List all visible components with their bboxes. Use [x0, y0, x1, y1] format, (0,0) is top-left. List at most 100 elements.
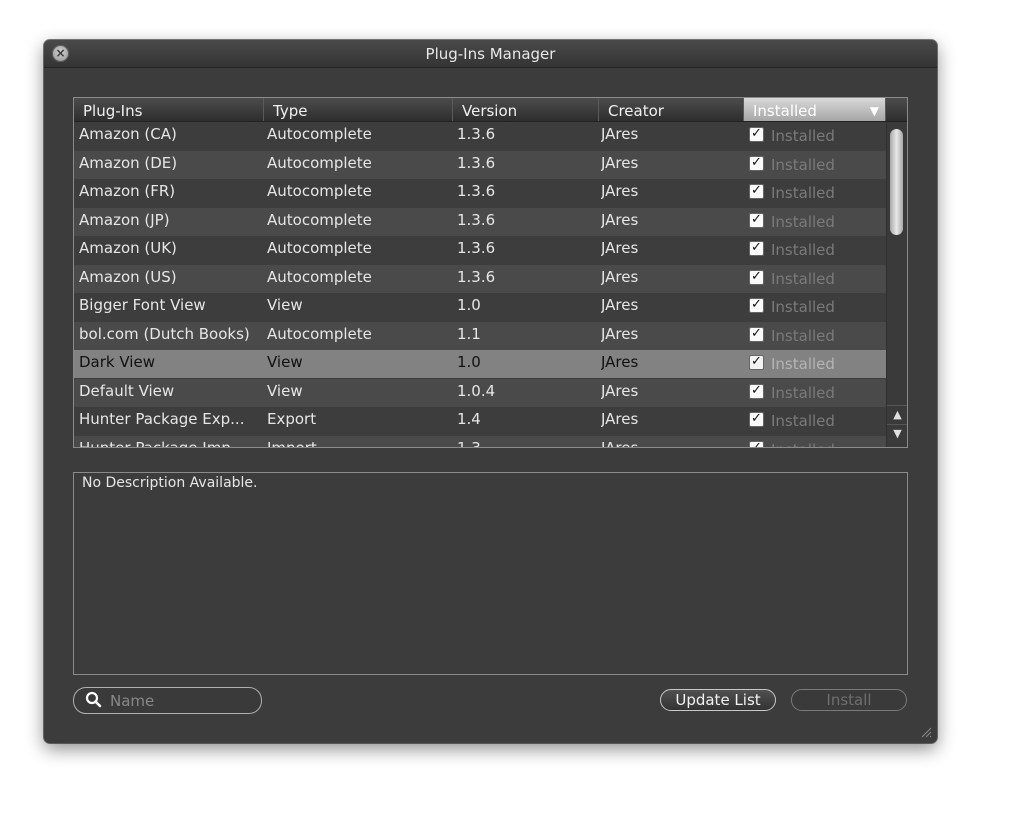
cell-installed: ✓ Installed — [749, 236, 884, 264]
installed-checkbox[interactable]: ✓ — [749, 440, 764, 447]
window-title: Plug-Ins Manager — [425, 45, 556, 63]
search-input[interactable] — [110, 691, 250, 710]
search-field[interactable] — [73, 687, 262, 714]
installed-checkbox[interactable]: ✓ — [749, 127, 764, 142]
table-row[interactable]: Bigger Font View View 1.0 JAres ✓ Installed — [74, 293, 886, 321]
cell-plugin-name: Bigger Font View — [79, 296, 206, 314]
installed-label: Installed — [771, 355, 835, 373]
cell-version: 1.3.6 — [457, 153, 496, 172]
cell-type: Autocomplete — [267, 153, 372, 172]
table-row[interactable]: Amazon (US) Autocomplete 1.3.6 JAres ✓ Instal… — [74, 264, 886, 293]
table-body: Amazon (CA) Autocomplete 1.3.6 JAres ✓ Instal… — [74, 122, 886, 447]
cell-version: 1.4 — [457, 410, 481, 428]
installed-label: Installed — [771, 269, 835, 288]
column-header-type[interactable]: Type — [264, 98, 453, 121]
cell-plugin-name: Amazon (JP) — [79, 210, 170, 229]
installed-label: Installed — [771, 241, 835, 259]
scroll-up-arrow-icon[interactable]: ▲ — [887, 405, 907, 424]
description-text: No Description Available. — [82, 475, 258, 491]
installed-label: Installed — [771, 326, 835, 345]
cell-type: Autocomplete — [267, 125, 372, 143]
cell-version: 1.3.6 — [457, 182, 496, 200]
installed-checkbox[interactable]: ✓ — [749, 184, 764, 199]
cell-version: 1.3.6 — [457, 267, 496, 286]
cell-version: 1.0.4 — [457, 381, 496, 400]
cell-installed: ✓ Installed — [749, 122, 884, 150]
table-row[interactable]: Hunter Package Exp... Export 1.4 JAres ✓ Inst… — [74, 407, 886, 435]
table-row[interactable]: Hunter Package Imp... Import 1.3 JAres ✓ Inst… — [74, 435, 886, 448]
installed-checkbox[interactable]: ✓ — [749, 298, 764, 313]
table-row[interactable]: Amazon (DE) Autocomplete 1.3.6 JAres ✓ Instal… — [74, 150, 886, 179]
column-header-version[interactable]: Version — [453, 98, 599, 121]
column-header-corner — [886, 98, 907, 121]
cell-plugin-name: Amazon (UK) — [79, 239, 177, 257]
cell-creator: JAres — [601, 410, 639, 428]
plugins-manager-window: × Plug-Ins Manager Plug-Ins Type Version… — [44, 40, 937, 743]
description-panel: No Description Available. — [73, 472, 908, 675]
cell-plugin-name: Amazon (CA) — [79, 125, 177, 143]
installed-checkbox[interactable]: ✓ — [749, 383, 764, 399]
table-row[interactable]: Dark View View 1.0 JAres ✓ Installed — [74, 350, 886, 378]
cell-type: Export — [267, 410, 317, 428]
cell-creator: JAres — [601, 296, 639, 314]
column-header-creator[interactable]: Creator — [599, 98, 744, 121]
table-row[interactable]: Amazon (UK) Autocomplete 1.3.6 JAres ✓ Instal… — [74, 236, 886, 264]
table-row[interactable]: Amazon (CA) Autocomplete 1.3.6 JAres ✓ Instal… — [74, 122, 886, 150]
cell-creator: JAres — [601, 267, 639, 286]
cell-creator: JAres — [601, 381, 639, 400]
column-header-plugins[interactable]: Plug-Ins — [74, 98, 264, 121]
table-row[interactable]: Amazon (FR) Autocomplete 1.3.6 JAres ✓ Instal… — [74, 179, 886, 207]
cell-type: Autocomplete — [267, 210, 372, 229]
sort-descending-icon: ▼ — [869, 104, 879, 118]
update-list-button[interactable]: Update List — [660, 689, 776, 711]
installed-checkbox[interactable]: ✓ — [749, 412, 764, 427]
cell-type: View — [267, 353, 303, 371]
installed-checkbox[interactable]: ✓ — [749, 269, 764, 285]
cell-installed: ✓ Installed — [749, 379, 884, 407]
table-header: Plug-Ins Type Version Creator Installed … — [74, 98, 907, 122]
cell-version: 1.1 — [457, 324, 481, 343]
installed-label: Installed — [771, 438, 835, 448]
installed-label: Installed — [771, 298, 835, 316]
cell-installed: ✓ Installed — [749, 151, 884, 179]
cell-type: View — [267, 296, 303, 314]
cell-creator: JAres — [601, 239, 639, 257]
installed-checkbox[interactable]: ✓ — [749, 155, 764, 171]
cell-version: 1.3.6 — [457, 210, 496, 229]
cell-plugin-name: Amazon (FR) — [79, 182, 176, 200]
cell-installed: ✓ Installed — [749, 208, 884, 236]
cell-installed: ✓ Installed — [749, 179, 884, 207]
cell-creator: JAres — [601, 324, 639, 343]
cell-type: Autocomplete — [267, 182, 372, 200]
plugins-table: Plug-Ins Type Version Creator Installed … — [73, 97, 908, 448]
installed-checkbox[interactable]: ✓ — [749, 326, 764, 342]
cell-plugin-name: Amazon (US) — [79, 267, 177, 286]
cell-version: 1.3.6 — [457, 239, 496, 257]
column-header-installed-label: Installed — [753, 102, 817, 120]
resize-grip-icon[interactable] — [920, 726, 932, 738]
title-bar[interactable]: × Plug-Ins Manager — [44, 40, 937, 68]
scroll-down-arrow-icon[interactable]: ▼ — [887, 424, 907, 443]
installed-label: Installed — [771, 155, 835, 174]
table-row[interactable]: Default View View 1.0.4 JAres ✓ Installed — [74, 378, 886, 407]
cell-type: Autocomplete — [267, 239, 372, 257]
cell-creator: JAres — [601, 353, 639, 371]
cell-creator: JAres — [601, 210, 639, 229]
column-header-installed[interactable]: Installed ▼ — [744, 98, 886, 121]
installed-checkbox[interactable]: ✓ — [749, 355, 764, 370]
scrollbar-thumb[interactable] — [890, 129, 903, 235]
search-icon — [85, 691, 102, 708]
cell-type: View — [267, 381, 303, 400]
installed-checkbox[interactable]: ✓ — [749, 241, 764, 256]
installed-label: Installed — [771, 383, 835, 402]
cell-plugin-name: Hunter Package Imp... — [79, 436, 261, 448]
cell-plugin-name: bol.com (Dutch Books) — [79, 324, 250, 343]
vertical-scrollbar[interactable]: ▲ ▼ — [886, 122, 907, 447]
install-button[interactable]: Install — [791, 689, 907, 711]
cell-type: Import — [267, 436, 447, 448]
installed-checkbox[interactable]: ✓ — [749, 212, 764, 228]
cell-installed: ✓ Installed — [749, 293, 884, 321]
installed-label: Installed — [771, 212, 835, 231]
table-row[interactable]: Amazon (JP) Autocomplete 1.3.6 JAres ✓ Instal… — [74, 207, 886, 236]
table-row[interactable]: bol.com (Dutch Books) Autocomplete 1.1 JAre… — [74, 321, 886, 350]
